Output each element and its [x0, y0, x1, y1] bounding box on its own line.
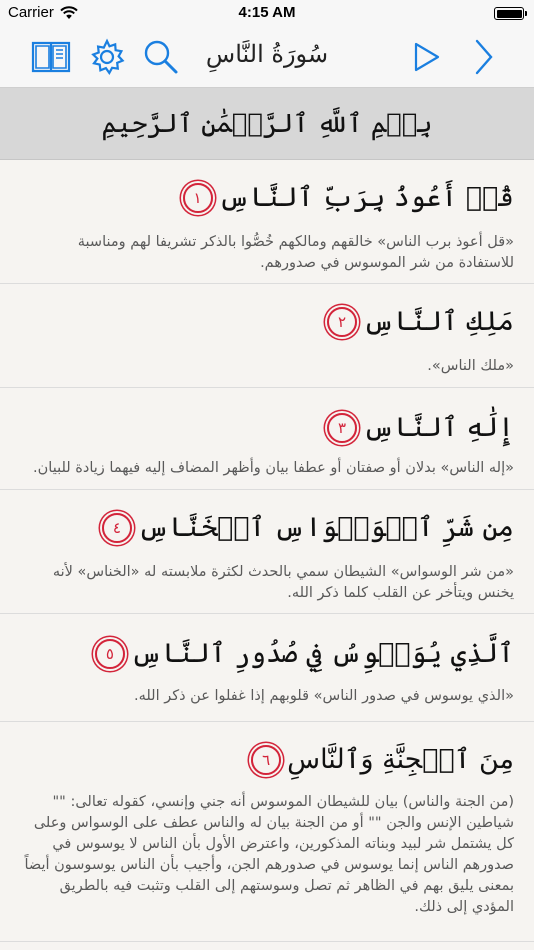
search-icon	[144, 40, 178, 74]
verse-line: مِن شَرِّ ٱلۡوَسۡوَاسِ ٱلۡخَنَّاسِ ٤	[0, 512, 534, 543]
verse-text: مِن شَرِّ ٱلۡوَسۡوَاسِ ٱلۡخَنَّاسِ	[137, 512, 514, 543]
tafsir-text: «من شر الوسواس» الشيطان سمي بالحدث لكثرة…	[52, 564, 514, 601]
verse-line: مِنَ ٱلۡجِنَّةِ وَٱلنَّاسِ ٦	[0, 744, 534, 775]
verse-5[interactable]: ٱلَّذِي يُوَسۡوِسُ فِي صُدُورِ ٱلنَّاسِ …	[0, 614, 534, 722]
verse-line: ٱلَّذِي يُوَسۡوِسُ فِي صُدُورِ ٱلنَّاسِ …	[0, 638, 534, 669]
battery-icon	[494, 7, 527, 20]
verse-text: قُلۡ أَعُوذُ بِرَبِّ ٱلنَّاسِ	[218, 182, 514, 213]
verse-3[interactable]: إِلَٰهِ ٱلنَّاسِ ٣ «إله الناس» بدلان أو …	[0, 388, 534, 490]
ayah-number-marker: ٥	[94, 638, 125, 669]
ayah-number-marker: ٣	[327, 412, 358, 443]
verse-line: قُلۡ أَعُوذُ بِرَبِّ ٱلنَّاسِ ١	[0, 182, 534, 213]
verse-6[interactable]: مِنَ ٱلۡجِنَّةِ وَٱلنَّاسِ ٦ (من الجنة و…	[0, 722, 534, 942]
nav-bar: سُورَةُ النَّاسِ	[0, 26, 534, 88]
verse-2[interactable]: مَلِكِ ٱلنَّاسِ ٢ «ملك الناس».	[0, 284, 534, 388]
chevron-right-icon	[475, 39, 493, 75]
verse-line: مَلِكِ ٱلنَّاسِ ٢	[0, 306, 534, 337]
basmala-bar: بِسۡمِ ٱللَّهِ ٱلرَّحۡمَٰنِ ٱلرَّحِيمِ	[0, 88, 534, 160]
play-button[interactable]	[405, 36, 447, 78]
gear-icon	[91, 38, 125, 75]
settings-button[interactable]	[86, 36, 128, 78]
tafsir-text: «ملك الناس».	[427, 358, 514, 374]
tafsir-text: (من الجنة والناس) بيان للشيطان الموسوس أ…	[24, 794, 514, 915]
tafsir-text: «إله الناس» بدلان أو صفتان أو عطفا بيان …	[33, 460, 514, 476]
search-button[interactable]	[140, 36, 182, 78]
next-button[interactable]	[462, 36, 504, 78]
verse-4[interactable]: مِن شَرِّ ٱلۡوَسۡوَاسِ ٱلۡخَنَّاسِ ٤ «من…	[0, 490, 534, 614]
play-icon	[414, 42, 440, 72]
verse-text: مَلِكِ ٱلنَّاسِ	[363, 306, 514, 337]
verse-1[interactable]: قُلۡ أَعُوذُ بِرَبِّ ٱلنَّاسِ ١ «قل أعوذ…	[0, 160, 534, 284]
tafsir-text: «قل أعوذ برب الناس» خالقهم ومالكهم خُصُّ…	[77, 234, 514, 271]
tafsir-text: «الذي يوسوس في صدور الناس» قلوبهم إذا غف…	[133, 688, 514, 704]
status-bar: Carrier 4:15 AM	[0, 0, 534, 26]
basmala-text: بِسۡمِ ٱللَّهِ ٱلرَّحۡمَٰنِ ٱلرَّحِيمِ	[101, 108, 433, 139]
verse-text: إِلَٰهِ ٱلنَّاسِ	[363, 412, 514, 443]
ayah-number-marker: ٢	[327, 306, 358, 337]
verse-line: إِلَٰهِ ٱلنَّاسِ ٣	[0, 412, 534, 443]
book-button[interactable]	[30, 36, 72, 78]
book-icon	[31, 41, 71, 73]
ayah-number-marker: ٦	[251, 744, 282, 775]
ayah-number-marker: ١	[182, 182, 213, 213]
verse-text: مِنَ ٱلۡجِنَّةِ وَٱلنَّاسِ	[287, 744, 514, 775]
ayah-number-marker: ٤	[101, 512, 132, 543]
verse-text: ٱلَّذِي يُوَسۡوِسُ فِي صُدُورِ ٱلنَّاسِ	[130, 638, 514, 669]
page-title: سُورَةُ النَّاسِ	[205, 40, 329, 68]
status-time: 4:15 AM	[238, 4, 296, 21]
